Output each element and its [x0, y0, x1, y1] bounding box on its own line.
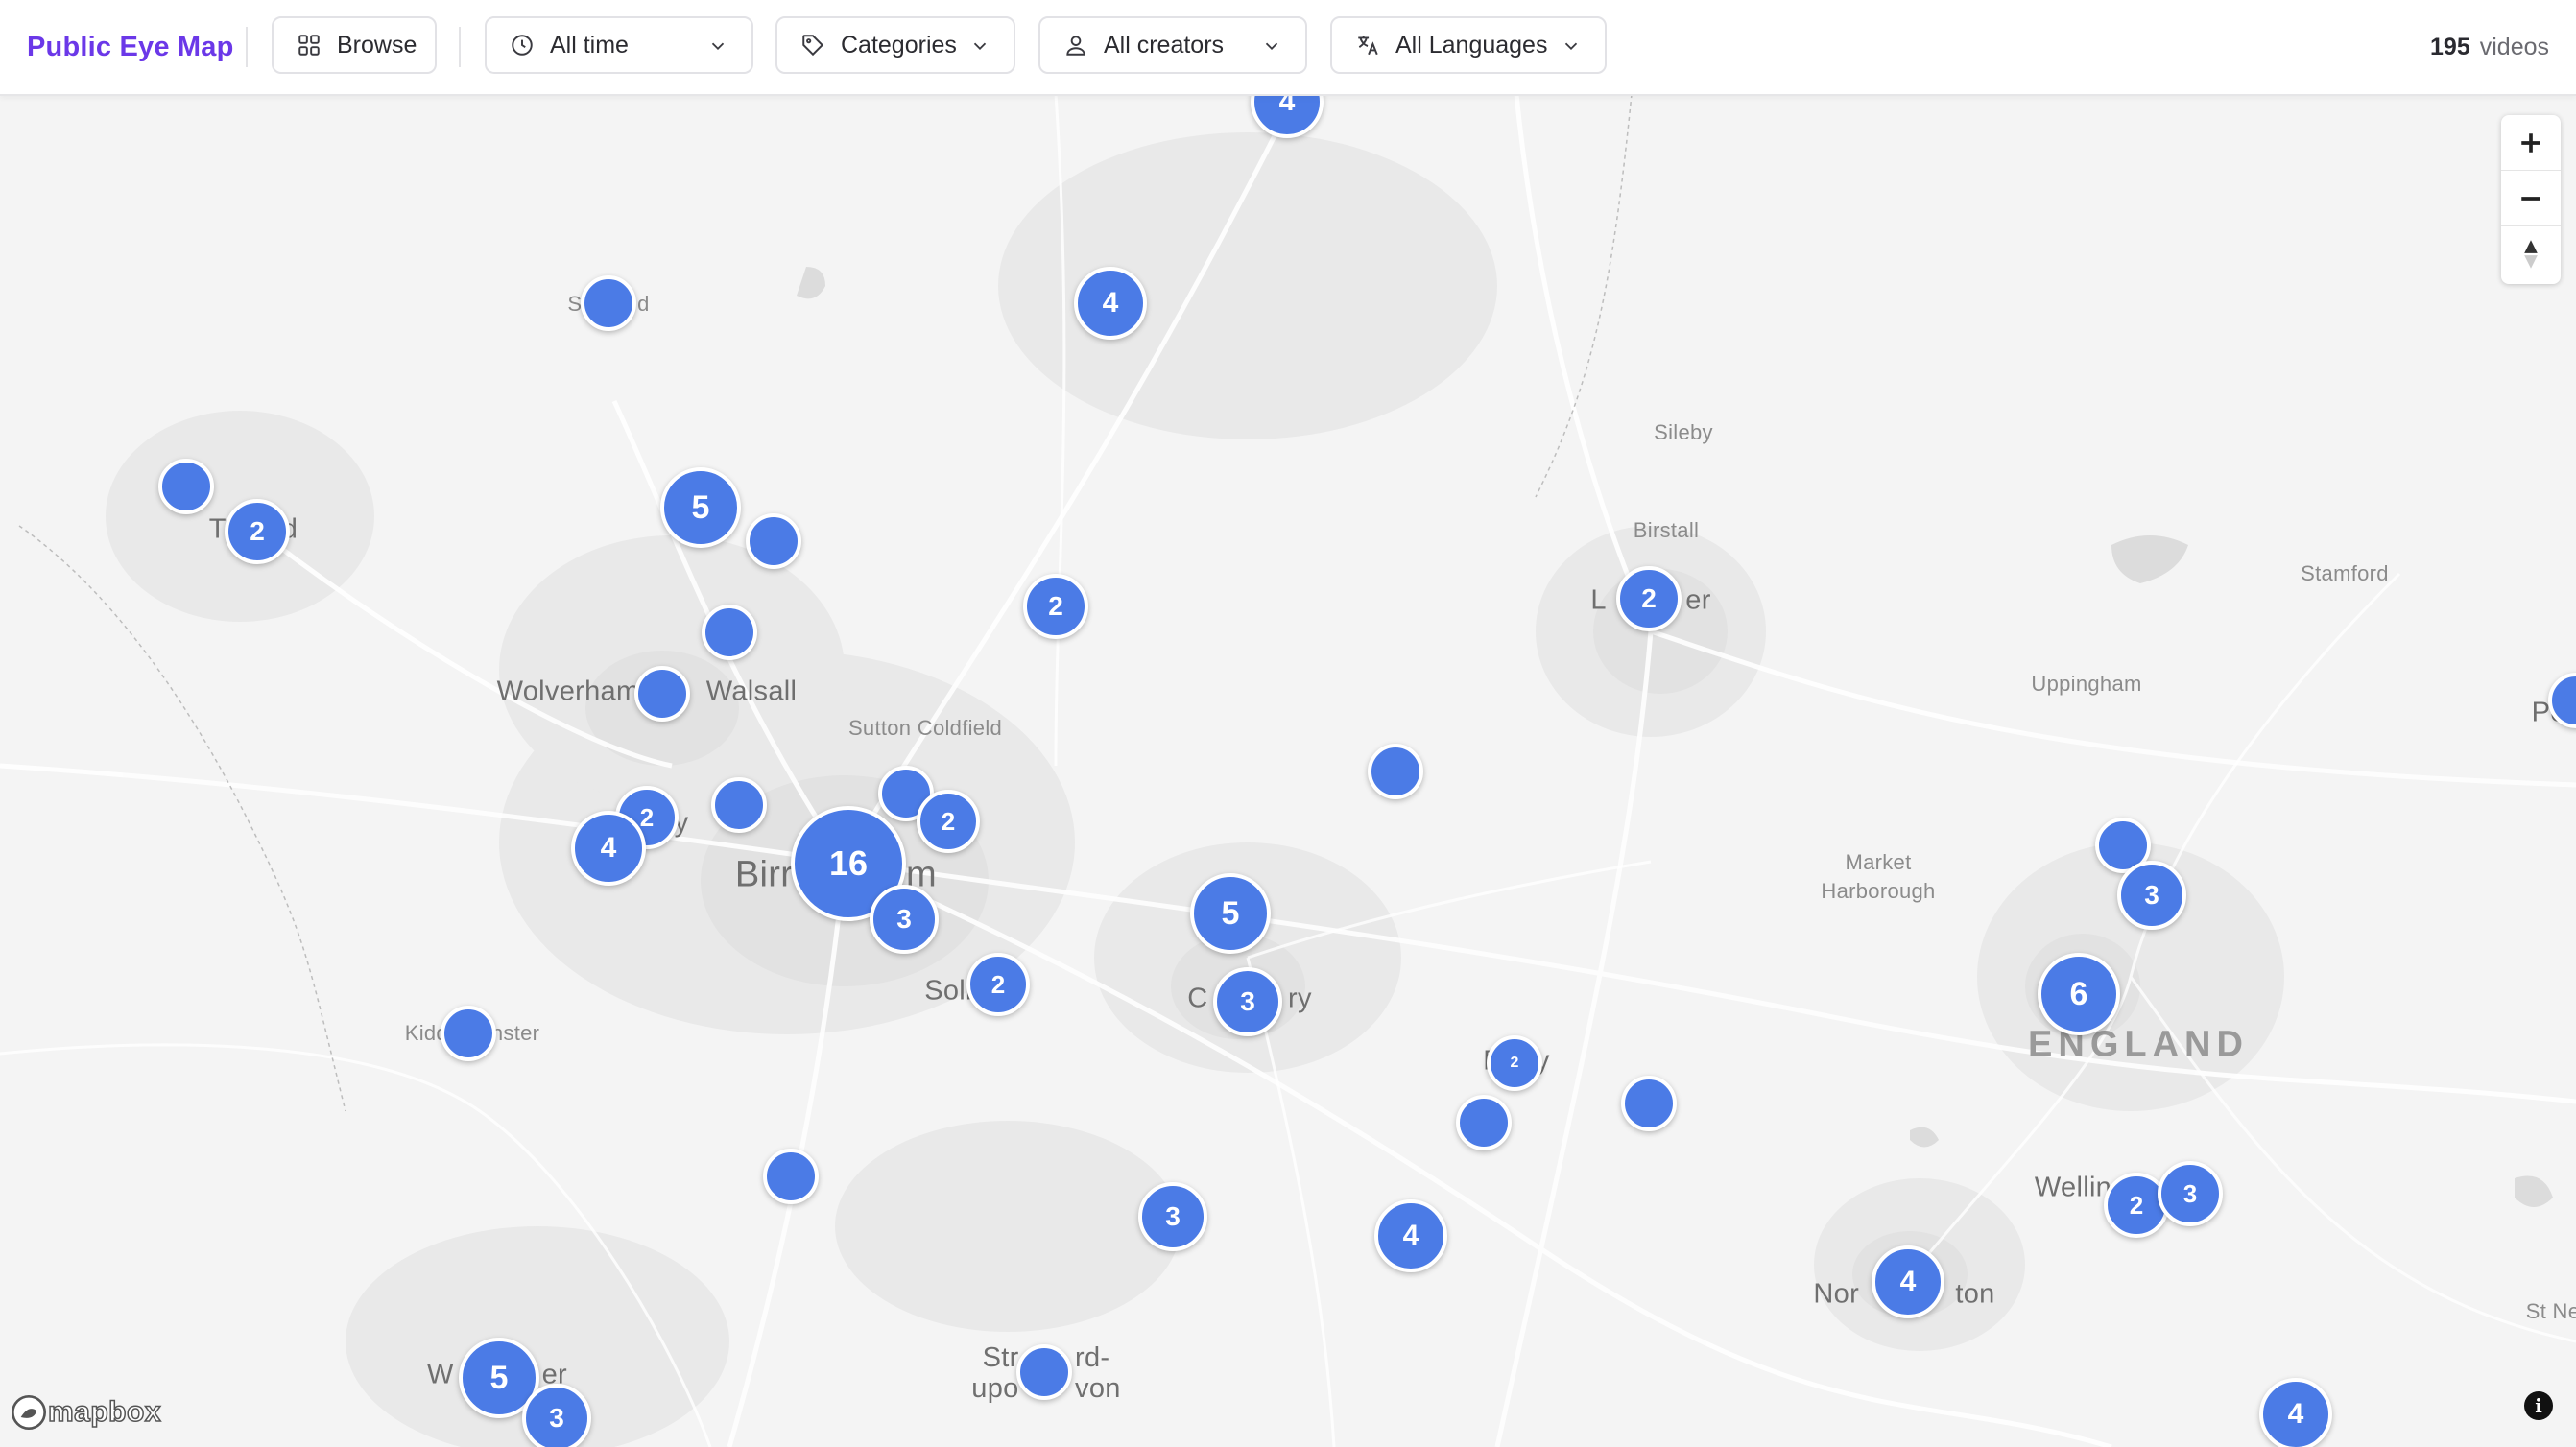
map-marker[interactable]	[634, 666, 690, 722]
map-cluster[interactable]: 4	[1074, 267, 1147, 340]
video-count-number: 195	[2430, 34, 2470, 60]
brand-title[interactable]: Public Eye Map	[27, 0, 234, 94]
map-marker[interactable]	[702, 605, 757, 660]
map-cluster[interactable]: 4	[1374, 1199, 1447, 1272]
map-cluster[interactable]: 2	[966, 953, 1030, 1016]
browse-button[interactable]: Browse	[272, 16, 437, 74]
place-label-sutton-coldfield: Sutton Coldfield	[847, 716, 1003, 740]
tag-icon	[800, 33, 825, 58]
place-label-stamford: Stamford	[2301, 561, 2389, 585]
map-cluster[interactable]: 2	[917, 790, 980, 853]
creator-filter-dropdown[interactable]: All creators	[1038, 16, 1307, 74]
map-marker[interactable]	[1368, 744, 1423, 799]
zoom-in-button[interactable]	[2501, 115, 2561, 171]
mapbox-logo-text: mapbox	[47, 1395, 162, 1429]
map-marker[interactable]	[1621, 1076, 1677, 1131]
plus-icon	[2521, 132, 2540, 153]
translate-icon	[1355, 33, 1380, 58]
compass-icon	[2524, 240, 2538, 269]
map-cluster[interactable]: 2	[1023, 574, 1088, 639]
map-marker[interactable]	[746, 513, 801, 569]
time-filter-dropdown[interactable]: All time	[485, 16, 753, 74]
map-cluster[interactable]: 4	[2259, 1378, 2332, 1447]
map-canvas[interactable]: Sileby Birstall Stamford Uppingham Sutto…	[0, 94, 2576, 1447]
mapbox-logo-icon	[12, 1395, 46, 1430]
category-filter-dropdown[interactable]: Categories	[775, 16, 1015, 74]
place-label-wellingborough: Wellin	[2034, 1172, 2112, 1203]
map-cluster[interactable]: 6	[2038, 953, 2120, 1035]
place-label-sileby: Sileby	[1654, 420, 1713, 444]
category-filter-label: Categories	[841, 31, 957, 59]
divider	[246, 27, 248, 67]
time-filter-label: All time	[550, 31, 629, 59]
place-label-solihull: Soli	[924, 975, 972, 1007]
reset-bearing-button[interactable]	[2501, 226, 2561, 282]
browse-label: Browse	[337, 31, 417, 59]
clock-icon	[510, 33, 535, 58]
map-cluster[interactable]: 5	[1190, 873, 1271, 954]
map-marker[interactable]	[1456, 1095, 1512, 1150]
chevron-down-icon	[707, 36, 728, 57]
top-bar: Public Eye Map Browse All time Categorie…	[0, 0, 2576, 96]
map-zoom-controls	[2501, 115, 2561, 284]
map-marker[interactable]	[158, 459, 214, 514]
map-cluster[interactable]: 2	[225, 499, 290, 564]
chevron-down-icon	[1261, 36, 1282, 57]
chevron-down-icon	[969, 36, 990, 57]
place-label-market-harborough: Market Harborough	[1821, 850, 1936, 903]
grid-icon	[297, 33, 322, 58]
language-filter-dropdown[interactable]: All Languages	[1330, 16, 1607, 74]
map-marker[interactable]	[441, 1006, 496, 1061]
map-marker[interactable]	[581, 275, 636, 331]
map-marker[interactable]	[763, 1149, 819, 1204]
place-label-birstall: Birstall	[1633, 518, 1700, 542]
map-cluster[interactable]: 4	[571, 811, 646, 886]
map-marker[interactable]: 2	[1487, 1035, 1542, 1091]
place-label-uppingham: Uppingham	[2031, 672, 2142, 696]
map-marker[interactable]	[711, 777, 767, 833]
map-cluster[interactable]: 3	[1138, 1182, 1207, 1251]
map-cluster[interactable]: 3	[2158, 1161, 2223, 1226]
attribution-info-icon[interactable]: i	[2524, 1391, 2553, 1420]
language-filter-label: All Languages	[1395, 31, 1548, 59]
map-cluster[interactable]: 3	[1213, 967, 1282, 1036]
map-cluster[interactable]: 4	[1872, 1245, 1944, 1318]
mapbox-logo[interactable]: mapbox	[10, 1393, 161, 1432]
place-label-walsall: Walsall	[705, 676, 798, 707]
video-count: 195 videos	[2430, 0, 2549, 94]
minus-icon	[2521, 196, 2540, 201]
zoom-out-button[interactable]	[2501, 171, 2561, 226]
map-cluster[interactable]: 5	[660, 467, 741, 548]
user-icon	[1063, 33, 1088, 58]
map-cluster[interactable]: 2	[1616, 566, 1682, 631]
place-label-birmingham-left: Birr	[734, 854, 794, 895]
map-marker[interactable]	[1016, 1344, 1072, 1400]
place-label-wolverhampton: Wolverham	[496, 676, 640, 707]
video-count-label: videos	[2479, 34, 2549, 60]
map-base-layer	[0, 94, 2576, 1447]
divider	[459, 27, 461, 67]
chevron-down-icon	[1561, 36, 1582, 57]
map-cluster[interactable]: 3	[2117, 861, 2186, 930]
map-cluster[interactable]: 3	[870, 885, 939, 954]
creator-filter-label: All creators	[1104, 31, 1225, 59]
map-cluster[interactable]: 3	[522, 1384, 591, 1447]
place-label-st-neots: St Ne	[2525, 1299, 2576, 1323]
